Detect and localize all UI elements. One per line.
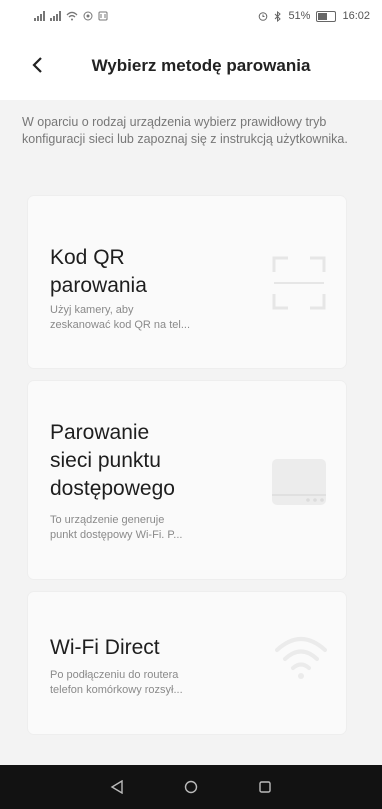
- qr-scan-icon: [272, 256, 326, 310]
- option-title-line: dostępowego: [50, 477, 175, 500]
- option-title: Kod QR parowania: [50, 244, 147, 300]
- header: Wybierz metodę parowania: [0, 32, 382, 100]
- option-subtitle: To urządzenie generuje punkt dostępowy W…: [50, 513, 240, 543]
- nav-recents-button[interactable]: [251, 773, 279, 801]
- option-subtitle-line: telefon komórkowy rozsył...: [50, 684, 183, 696]
- instructions-text: W oparciu o rodzaj urządzenia wybierz pr…: [22, 115, 348, 146]
- option-subtitle-line: zeskanować kod QR na tel...: [50, 319, 191, 331]
- option-title-line: Wi-Fi Direct: [50, 636, 160, 659]
- system-nav-bar: [0, 765, 382, 809]
- status-bar: 51% 16:02: [0, 0, 382, 32]
- option-subtitle-line: punkt dostępowy Wi-Fi. P...: [50, 529, 183, 541]
- battery-icon: [316, 10, 337, 22]
- nfc-icon: [98, 11, 108, 21]
- square-recents-icon: [259, 781, 271, 793]
- nav-back-button[interactable]: [103, 773, 131, 801]
- option-title: Wi-Fi Direct: [50, 634, 160, 662]
- battery-percent: 51%: [288, 10, 311, 22]
- option-card-qr[interactable]: Kod QR parowania Użyj kamery, aby zeskan…: [28, 196, 346, 368]
- option-title: Parowanie sieci punktu dostępowego: [50, 419, 175, 503]
- bluetooth-icon: [275, 10, 282, 22]
- signal-icon-2: [50, 11, 61, 21]
- option-subtitle-line: Użyj kamery, aby: [50, 304, 134, 316]
- alarm-icon: [259, 12, 268, 21]
- chevron-left-icon: [32, 57, 42, 73]
- triangle-back-icon: [110, 780, 123, 794]
- option-subtitle: Po podłączeniu do routera telefon komórk…: [50, 668, 240, 698]
- router-icon: [272, 459, 326, 505]
- status-icons-right: 51% 16:02: [258, 10, 370, 22]
- option-subtitle-line: Po podłączeniu do routera: [50, 669, 179, 681]
- notification-icon: [83, 11, 93, 21]
- option-title-line: sieci punktu: [50, 449, 161, 472]
- clock: 16:02: [342, 10, 370, 22]
- option-card-hotspot[interactable]: Parowanie sieci punktu dostępowego To ur…: [28, 381, 346, 579]
- option-subtitle: Użyj kamery, aby zeskanować kod QR na te…: [50, 303, 240, 333]
- nav-home-button[interactable]: [177, 773, 205, 801]
- back-button[interactable]: [26, 54, 48, 76]
- option-title-line: parowania: [50, 274, 147, 297]
- option-title-line: Kod QR: [50, 246, 125, 269]
- wifi-status-icon: [66, 11, 78, 21]
- wifi-icon: [275, 637, 327, 679]
- option-card-wifi-direct[interactable]: Wi-Fi Direct Po podłączeniu do routera t…: [28, 592, 346, 734]
- page-title: Wybierz metodę parowania: [91, 56, 311, 75]
- circle-home-icon: [184, 780, 198, 794]
- signal-icon: [34, 11, 45, 21]
- status-icons-left: [34, 11, 108, 21]
- option-subtitle-line: To urządzenie generuje: [50, 514, 165, 526]
- option-title-line: Parowanie: [50, 421, 150, 444]
